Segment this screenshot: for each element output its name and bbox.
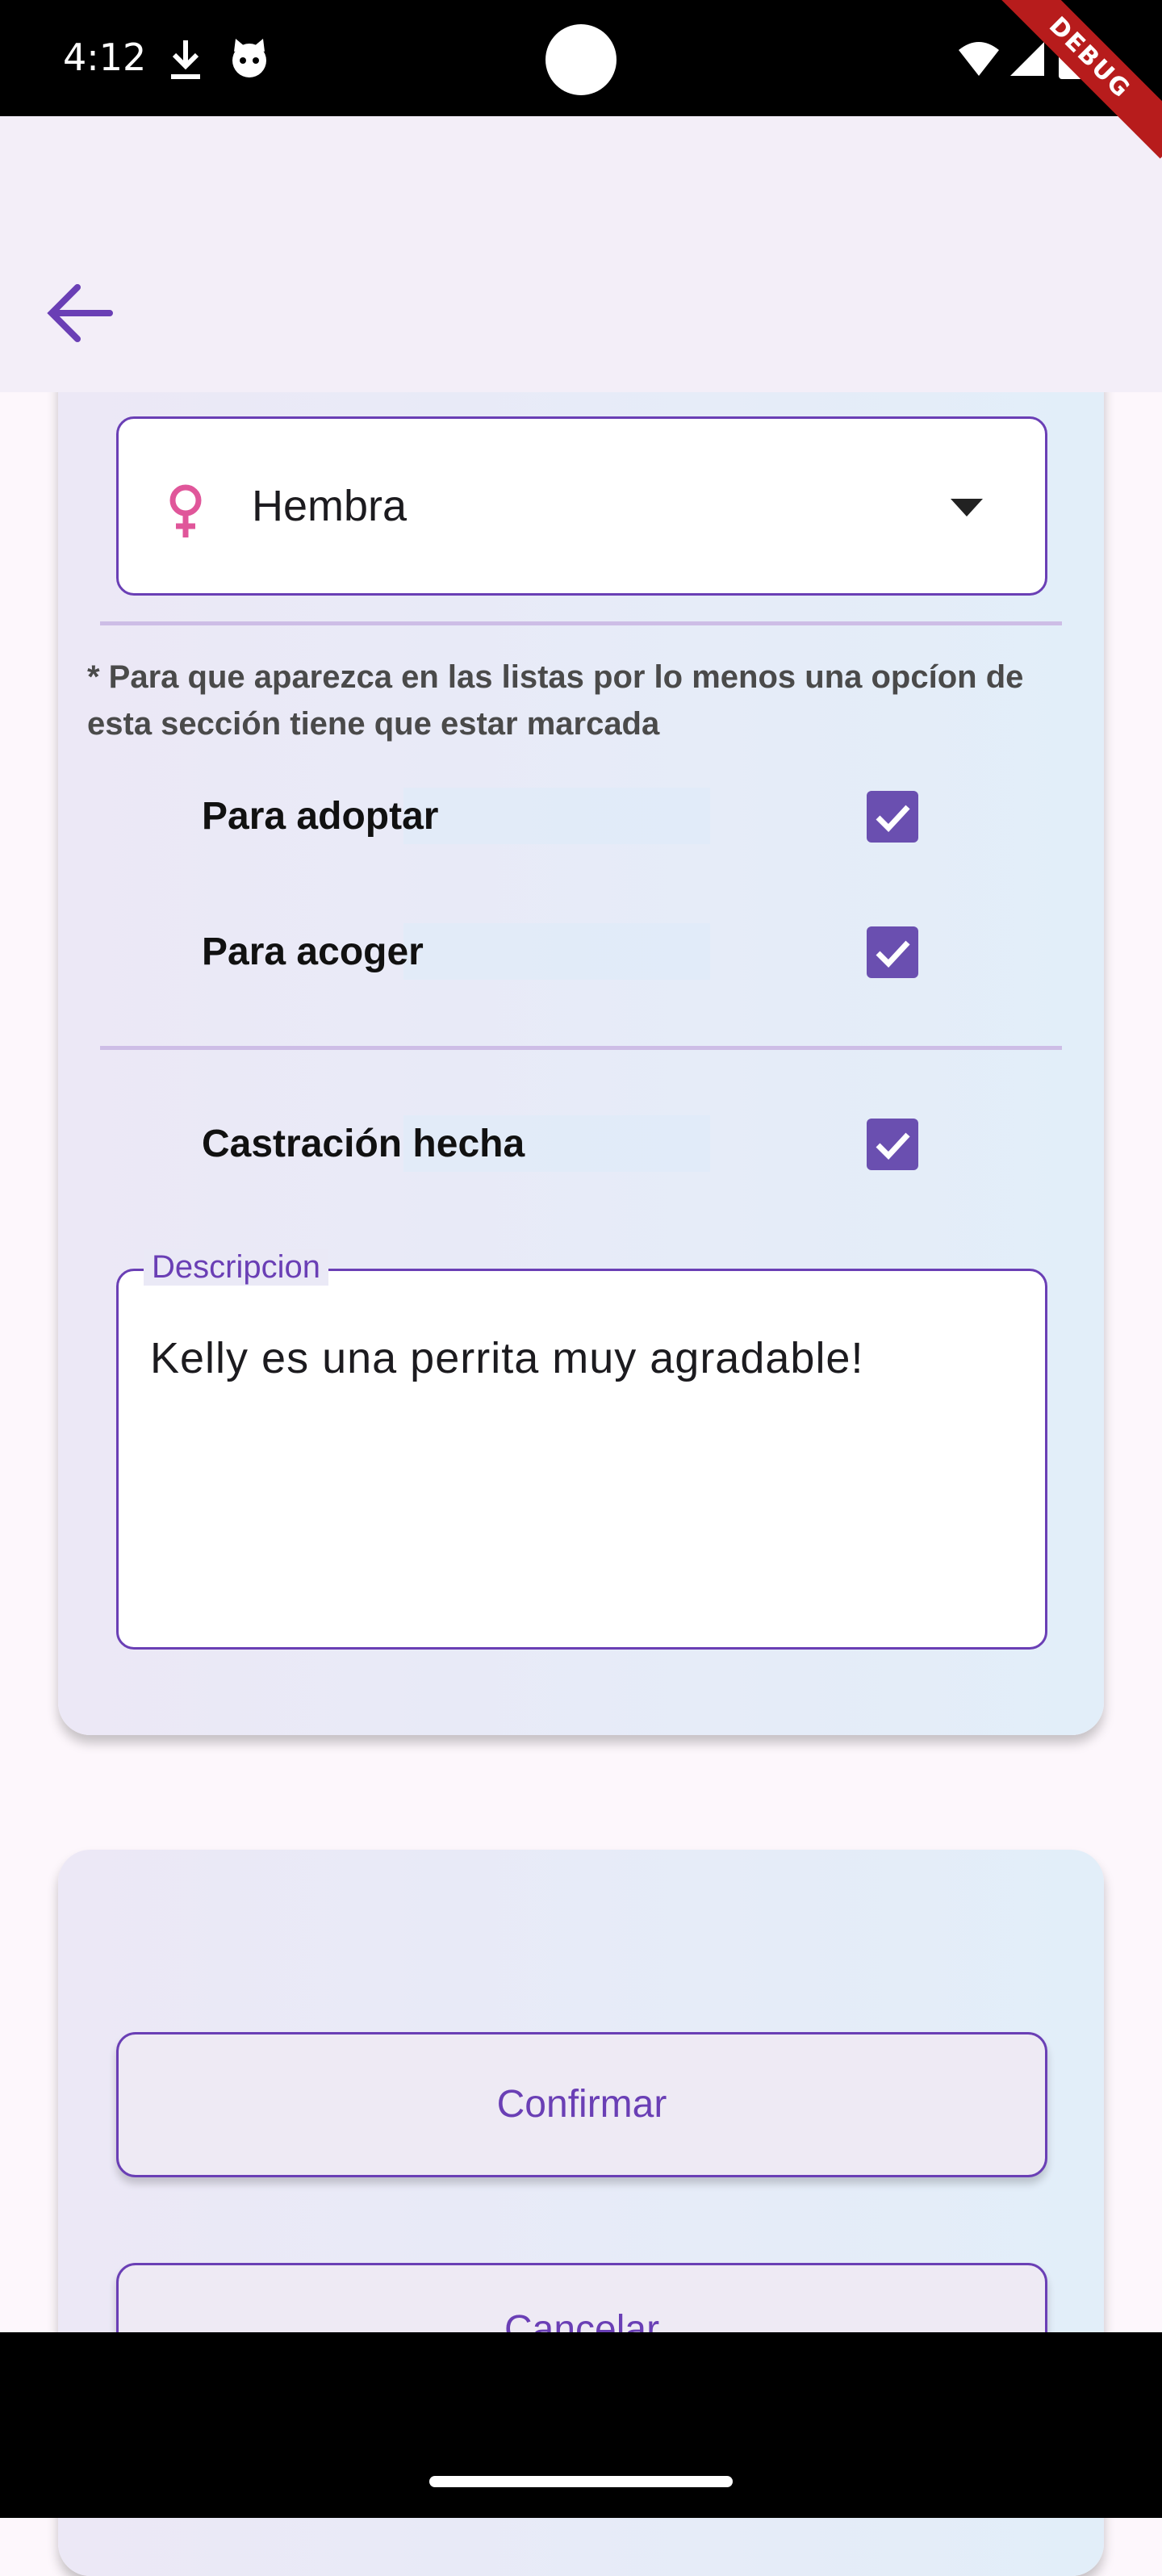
arrow-back-icon xyxy=(47,284,113,342)
check-icon xyxy=(876,940,910,968)
row-highlight xyxy=(403,788,710,844)
checkbox-acoger[interactable] xyxy=(867,926,918,978)
wifi-icon xyxy=(959,42,999,76)
dropdown-arrow-icon xyxy=(951,499,983,516)
description-input[interactable] xyxy=(116,1269,1047,1650)
check-icon xyxy=(876,805,910,833)
camera-cutout xyxy=(545,24,617,95)
signal-icon xyxy=(1010,42,1044,76)
divider xyxy=(100,621,1062,625)
checkbox-castration[interactable] xyxy=(867,1119,918,1170)
check-icon xyxy=(876,1132,910,1160)
castration-label: Castración hecha xyxy=(202,1123,525,1165)
option-label-adoptar: Para adoptar xyxy=(202,795,439,838)
sex-value: Hembra xyxy=(252,482,408,530)
description-value: Kelly es una perrita muy agradable! xyxy=(150,1334,864,1382)
back-button[interactable] xyxy=(32,266,129,363)
checkbox-adoptar[interactable] xyxy=(867,791,918,843)
confirm-button[interactable]: Confirmar xyxy=(116,2032,1047,2177)
row-highlight xyxy=(403,923,710,980)
app-bar xyxy=(0,116,1162,392)
status-time: 4:12 xyxy=(63,36,147,79)
divider xyxy=(100,1046,1062,1050)
description-label: Descripcion xyxy=(144,1249,328,1286)
download-icon xyxy=(171,40,200,79)
requirement-note: * Para que aparezca en las listas por lo… xyxy=(87,659,1024,742)
navigation-bar xyxy=(0,2332,1162,2518)
option-label-acoger: Para acoger xyxy=(202,930,424,973)
cat-icon xyxy=(232,39,266,77)
home-indicator[interactable] xyxy=(429,2476,733,2487)
female-icon xyxy=(169,484,202,537)
